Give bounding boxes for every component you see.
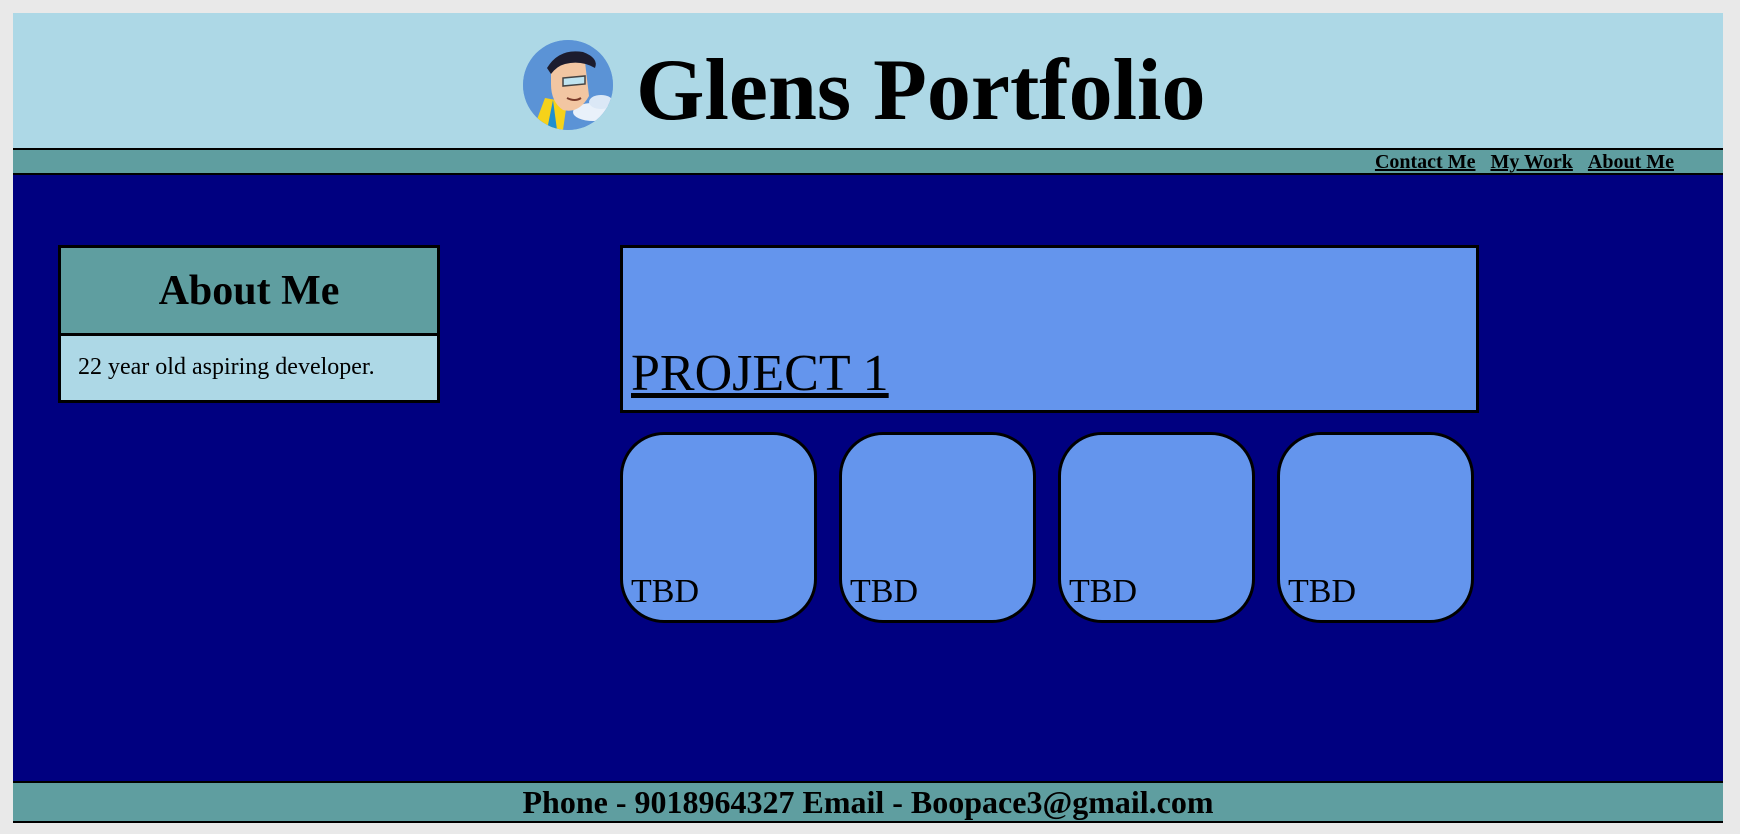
tile-label: TBD [1069,573,1137,610]
tile-label: TBD [850,573,918,610]
project-tile[interactable]: TBD [620,432,817,623]
about-card-header: About Me [61,248,437,336]
featured-project-card: PROJECT 1 [620,245,1479,413]
site-footer: Phone - 9018964327 Email - Boopace3@gmai… [13,781,1723,823]
nav-link-about-me[interactable]: About Me [1588,151,1674,173]
project-tile[interactable]: TBD [1277,432,1474,623]
footer-contact-text: Phone - 9018964327 Email - Boopace3@gmai… [522,784,1214,820]
about-card: About Me 22 year old aspiring developer. [58,245,440,403]
site-header: Glens Portfolio [13,13,1723,150]
about-text: 22 year old aspiring developer. [78,354,375,380]
avatar-icon [523,40,613,130]
project-tile[interactable]: TBD [839,432,1036,623]
project-1-link[interactable]: PROJECT 1 [631,348,889,400]
about-heading: About Me [158,267,340,314]
top-navbar: Contact Me My Work About Me [13,150,1723,175]
tile-label: TBD [631,573,699,610]
page-title: Glens Portfolio [636,42,1206,139]
project-tile[interactable]: TBD [1058,432,1255,623]
nav-link-contact-me[interactable]: Contact Me [1375,151,1476,173]
nav-link-my-work[interactable]: My Work [1490,151,1572,173]
project-tiles: TBD TBD TBD TBD [620,432,1474,623]
page-frame: Glens Portfolio Contact Me My Work About… [13,13,1723,823]
nav-links: Contact Me My Work About Me [1375,151,1674,173]
tile-label: TBD [1288,573,1356,610]
